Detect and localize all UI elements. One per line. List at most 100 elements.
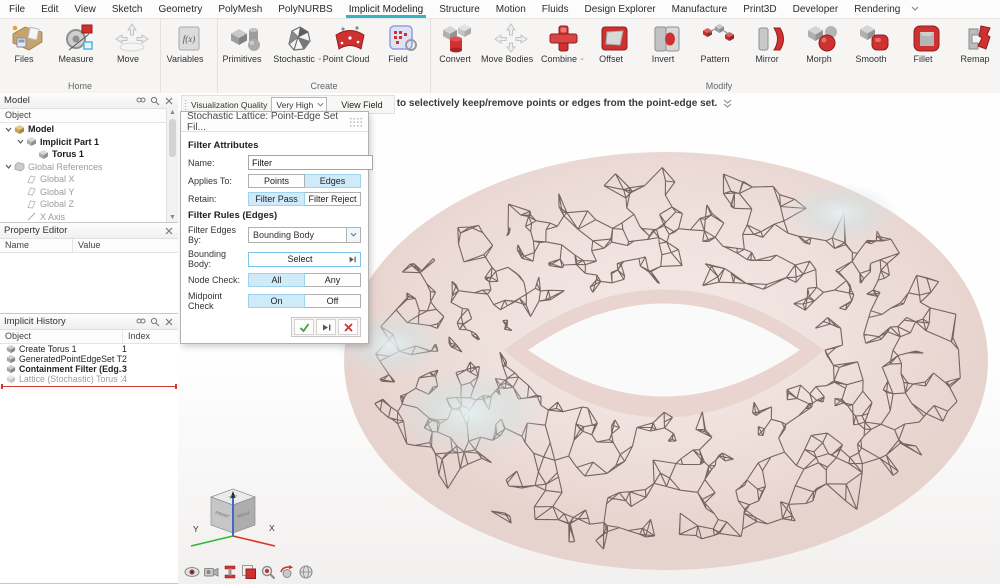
menu-item[interactable]: PolyNURBS [277,0,333,18]
invert-icon [649,22,685,54]
snapshot-icon[interactable] [240,563,257,580]
menu-item[interactable]: PolyMesh [217,0,263,18]
tree-item[interactable]: Model [0,123,178,136]
menu-item[interactable]: Structure [438,0,481,18]
expand-chevron-icon[interactable] [16,137,25,146]
camera-view-icon[interactable] [202,563,219,580]
menu-item[interactable]: Rendering [853,0,901,18]
ribbon-button[interactable]: Point Cloud⌄ [324,21,376,64]
ribbon-button[interactable]: Stochastic⌄ [272,21,324,64]
menu-item[interactable]: Print3D [742,0,777,18]
menu-item[interactable]: Design Explorer [583,0,656,18]
combine-icon [545,22,581,54]
tree-item[interactable]: Implicit Part 1 [0,136,178,149]
dialog-drag-handle[interactable] [349,117,362,127]
filter-reject-option[interactable]: Filter Reject [305,192,361,206]
ribbon-button[interactable]: Field⌄ [376,21,428,64]
global-plane-icon [26,199,37,210]
history-row[interactable]: Create Torus 1 1 [0,344,178,354]
close-icon[interactable] [163,95,174,106]
menu-item[interactable]: View [73,0,97,18]
menu-item[interactable]: Motion [495,0,527,18]
ribbon-button[interactable]: Primitives⌄ [220,21,272,64]
toolbar-grip[interactable] [184,99,188,111]
implicit-part-icon [26,136,37,147]
zoom-icon[interactable] [259,563,276,580]
menu-item[interactable]: Sketch [111,0,144,18]
tree-item[interactable]: Global Z [0,198,178,211]
ribbon-button[interactable]: Move Bodies⌄ [485,21,537,64]
filter-edges-by-dropdown[interactable]: Bounding Body [248,228,361,242]
ribbon-button[interactable]: Combine⌄ [537,21,589,64]
view-cube[interactable]: TOP FRONT RIGHT Y X [185,483,281,561]
apply-button[interactable] [294,319,314,335]
history-marker[interactable] [1,386,177,387]
tree-item-label: Global X [40,174,75,184]
ribbon-button[interactable]: Invert⌄ [641,21,693,64]
history-item-gray-icon [6,374,16,384]
ribbon-button[interactable]: Move⌄ [106,21,158,64]
next-button[interactable] [316,319,336,335]
search-icon[interactable] [149,316,160,327]
filter-name-input[interactable] [248,155,373,170]
ribbon-button[interactable]: Mirror⌄ [745,21,797,64]
ribbon-button[interactable]: Smooth⌄ [849,21,901,64]
section-cut-icon[interactable] [221,563,238,580]
chevron-down-icon [317,102,324,108]
ribbon-group-label: Modify [433,80,1000,93]
points-option[interactable]: Points [248,174,305,188]
tree-item[interactable]: X Axis [0,211,178,224]
off-option[interactable]: Off [305,294,361,308]
find-icon[interactable] [135,316,146,327]
ribbon-button[interactable]: Morph⌄ [797,21,849,64]
menu-item[interactable]: File [8,0,26,18]
ribbon-button[interactable]: Files⌄ [2,21,54,64]
view-field-button[interactable]: View Field [335,99,388,111]
tree-item[interactable]: Global Y [0,186,178,199]
expand-chevron-icon[interactable] [4,162,13,171]
ribbon-button[interactable]: Fillet⌄ [901,21,953,64]
applies-to-toggle: Points Edges [248,174,361,188]
morph-icon [805,22,841,54]
menu-item[interactable]: Fluids [541,0,570,18]
close-icon[interactable] [163,225,174,236]
ribbon-button[interactable]: Remap⌄ [953,21,1000,64]
menu-item[interactable]: Implicit Modeling [348,0,424,18]
ribbon-button[interactable]: f(x) Variables⌄ [163,21,215,64]
history-row[interactable]: GeneratedPointEdgeSet T... 2 [0,354,178,364]
show-hide-icon[interactable] [183,563,200,580]
any-option[interactable]: Any [305,273,361,287]
expand-chevron-icon[interactable] [4,125,13,134]
menu-overflow-icon[interactable] [911,4,919,15]
tree-item[interactable]: Torus 1 [0,148,178,161]
on-option[interactable]: On [248,294,305,308]
menu-item[interactable]: Geometry [157,0,203,18]
menu-item[interactable]: Developer [792,0,840,18]
history-row[interactable]: Containment Filter (Edg... 3 [0,364,178,374]
y-axis-label: Y [193,524,199,534]
find-icon[interactable] [135,95,146,106]
ribbon-button[interactable]: Convert⌄ [433,21,485,64]
all-option[interactable]: All [248,273,305,287]
ribbon-button[interactable]: Pattern⌄ [693,21,745,64]
filter-pass-option[interactable]: Filter Pass [248,192,305,206]
close-dialog-button[interactable] [338,319,358,335]
menu-item[interactable]: Manufacture [671,0,729,18]
x-axis-label: X [269,523,275,533]
rotate-view-icon[interactable] [278,563,295,580]
ribbon-group-label: Home [2,80,158,93]
tree-item-label: Torus 1 [52,149,84,159]
ribbon-button[interactable]: Measure⌄ [54,21,106,64]
close-icon[interactable] [163,316,174,327]
perspective-icon[interactable] [297,563,314,580]
tree-item[interactable]: Global References [0,161,178,174]
bounding-body-select-button[interactable]: Select [248,252,361,267]
search-icon[interactable] [149,95,160,106]
edges-option[interactable]: Edges [305,174,361,188]
tree-item[interactable]: Global X [0,173,178,186]
model-scrollbar[interactable]: ▲▼ [166,108,178,222]
history-row[interactable]: Lattice (Stochastic) Torus 1 4 [0,374,178,384]
menu-item[interactable]: Edit [40,0,59,18]
ribbon-button[interactable]: Offset⌄ [589,21,641,64]
collapse-guide-icon[interactable] [723,99,732,109]
